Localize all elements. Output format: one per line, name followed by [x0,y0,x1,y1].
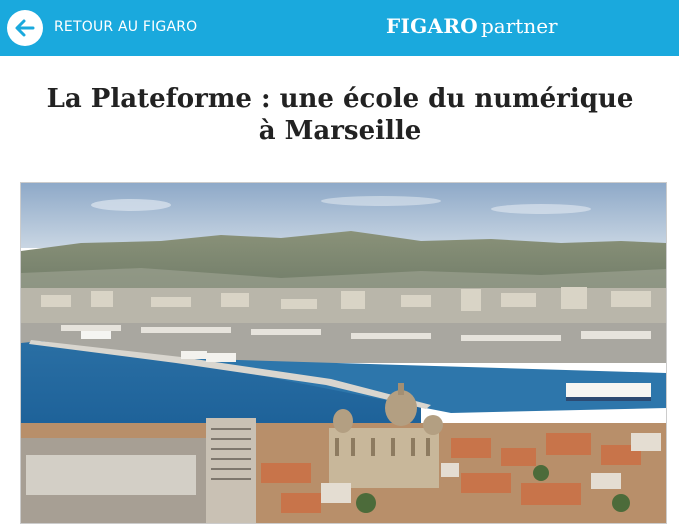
back-button[interactable] [7,10,43,46]
back-link-label[interactable]: RETOUR AU FIGARO [54,19,197,35]
logo-partner: partner [481,14,558,38]
marseille-photo [21,183,666,523]
logo-figaro: FIGARO [386,14,478,38]
figaro-partner-logo: FIGARO partner [386,14,558,38]
article-title: La Plateforme : une école du numérique à… [46,84,634,147]
top-bar: RETOUR AU FIGARO FIGARO partner [0,0,679,56]
article-hero-image [20,182,667,524]
arrow-left-icon [15,19,35,37]
